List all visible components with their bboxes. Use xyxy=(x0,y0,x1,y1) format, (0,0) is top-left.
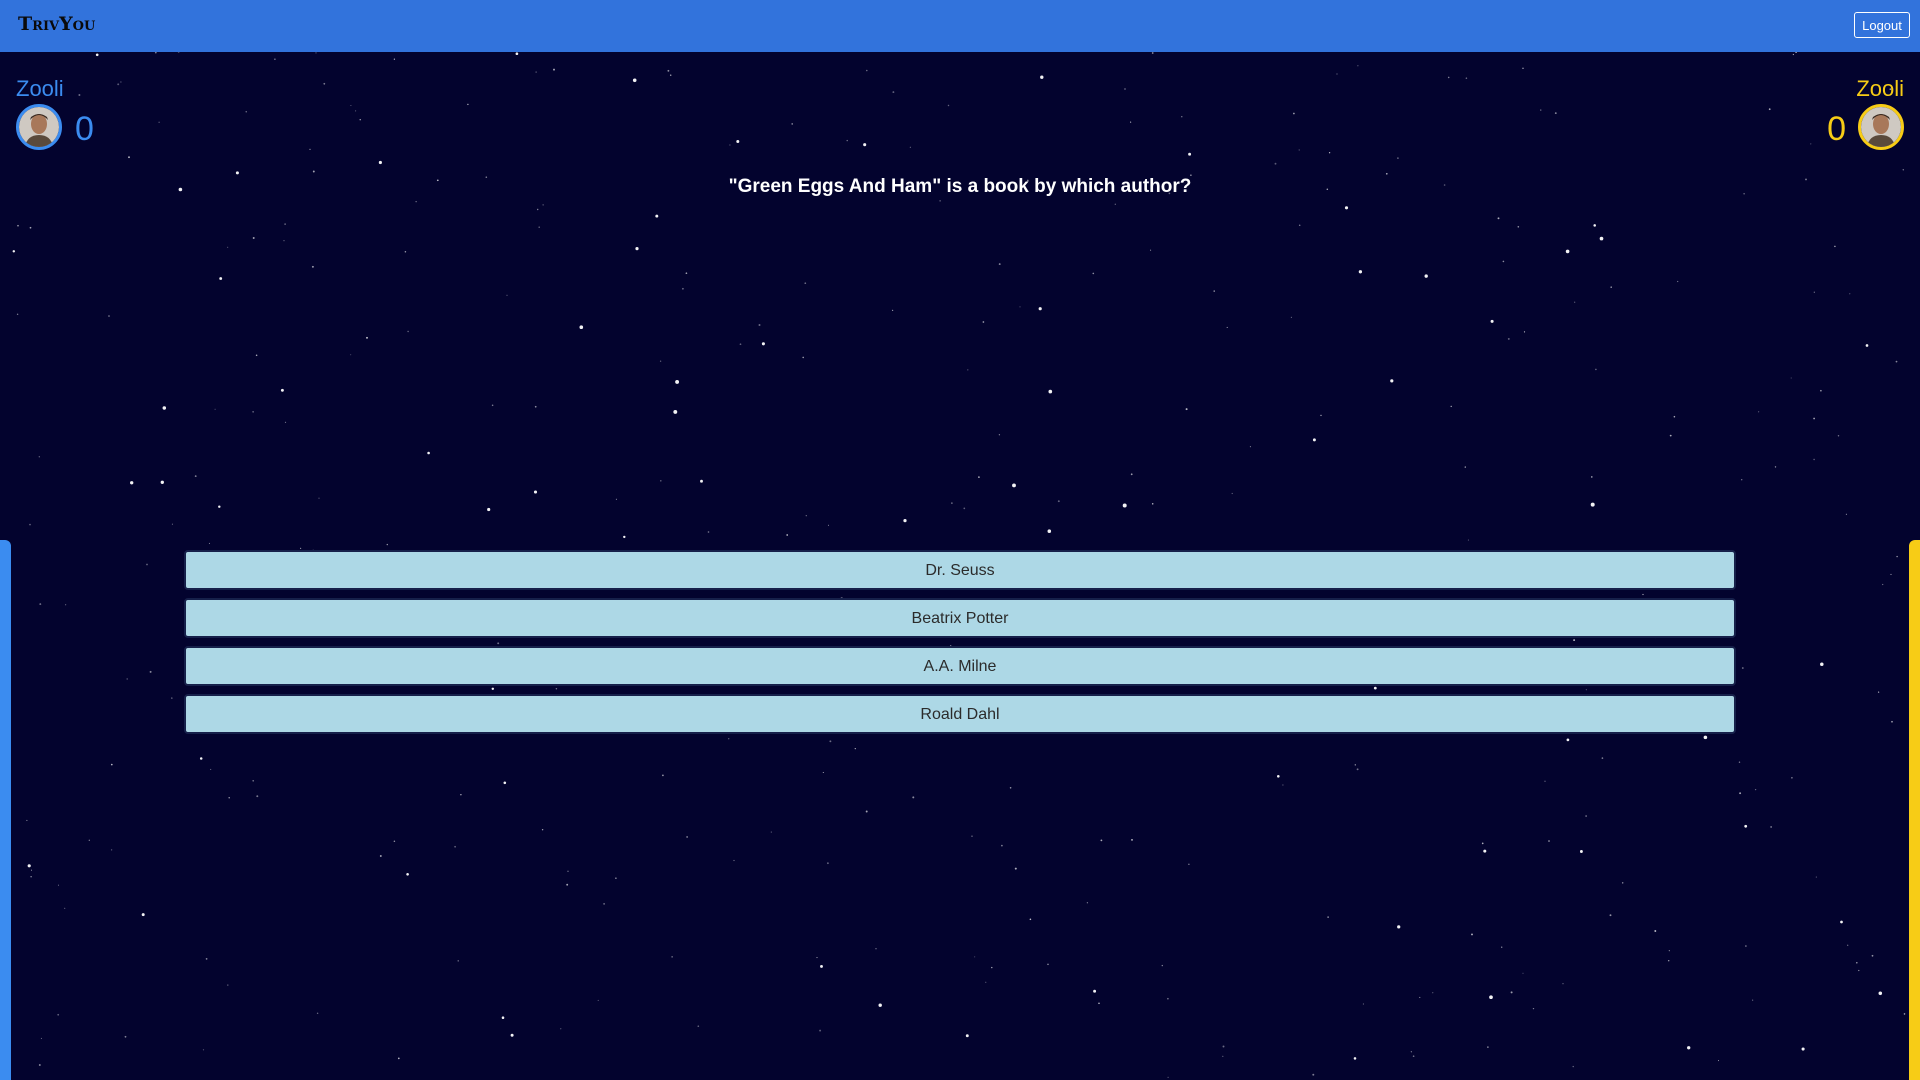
app-logo[interactable]: TrivYou xyxy=(18,13,95,35)
navbar: TrivYou Logout xyxy=(0,0,1920,52)
answer-button[interactable]: Roald Dahl xyxy=(184,694,1736,734)
logout-button[interactable]: Logout xyxy=(1854,12,1910,38)
player-right-score: 0 xyxy=(1827,110,1846,148)
question-text: "Green Eggs And Ham" is a book by which … xyxy=(728,176,1192,197)
player-left-name: Zooli xyxy=(16,76,64,101)
answer-list: Dr. Seuss Beatrix Potter A.A. Milne Roal… xyxy=(184,550,1736,742)
player-right-avatar xyxy=(1858,104,1904,150)
player-left-avatar xyxy=(16,104,62,150)
answer-button[interactable]: A.A. Milne xyxy=(184,646,1736,686)
starfield-background xyxy=(4,51,1906,1078)
player-right-name: Zooli xyxy=(1856,76,1904,101)
player-left-score: 0 xyxy=(75,110,94,148)
answer-button[interactable]: Dr. Seuss xyxy=(184,550,1736,590)
player-left-timer-bar xyxy=(0,540,11,1080)
player-right-timer-bar xyxy=(1909,540,1920,1080)
answer-button[interactable]: Beatrix Potter xyxy=(184,598,1736,638)
